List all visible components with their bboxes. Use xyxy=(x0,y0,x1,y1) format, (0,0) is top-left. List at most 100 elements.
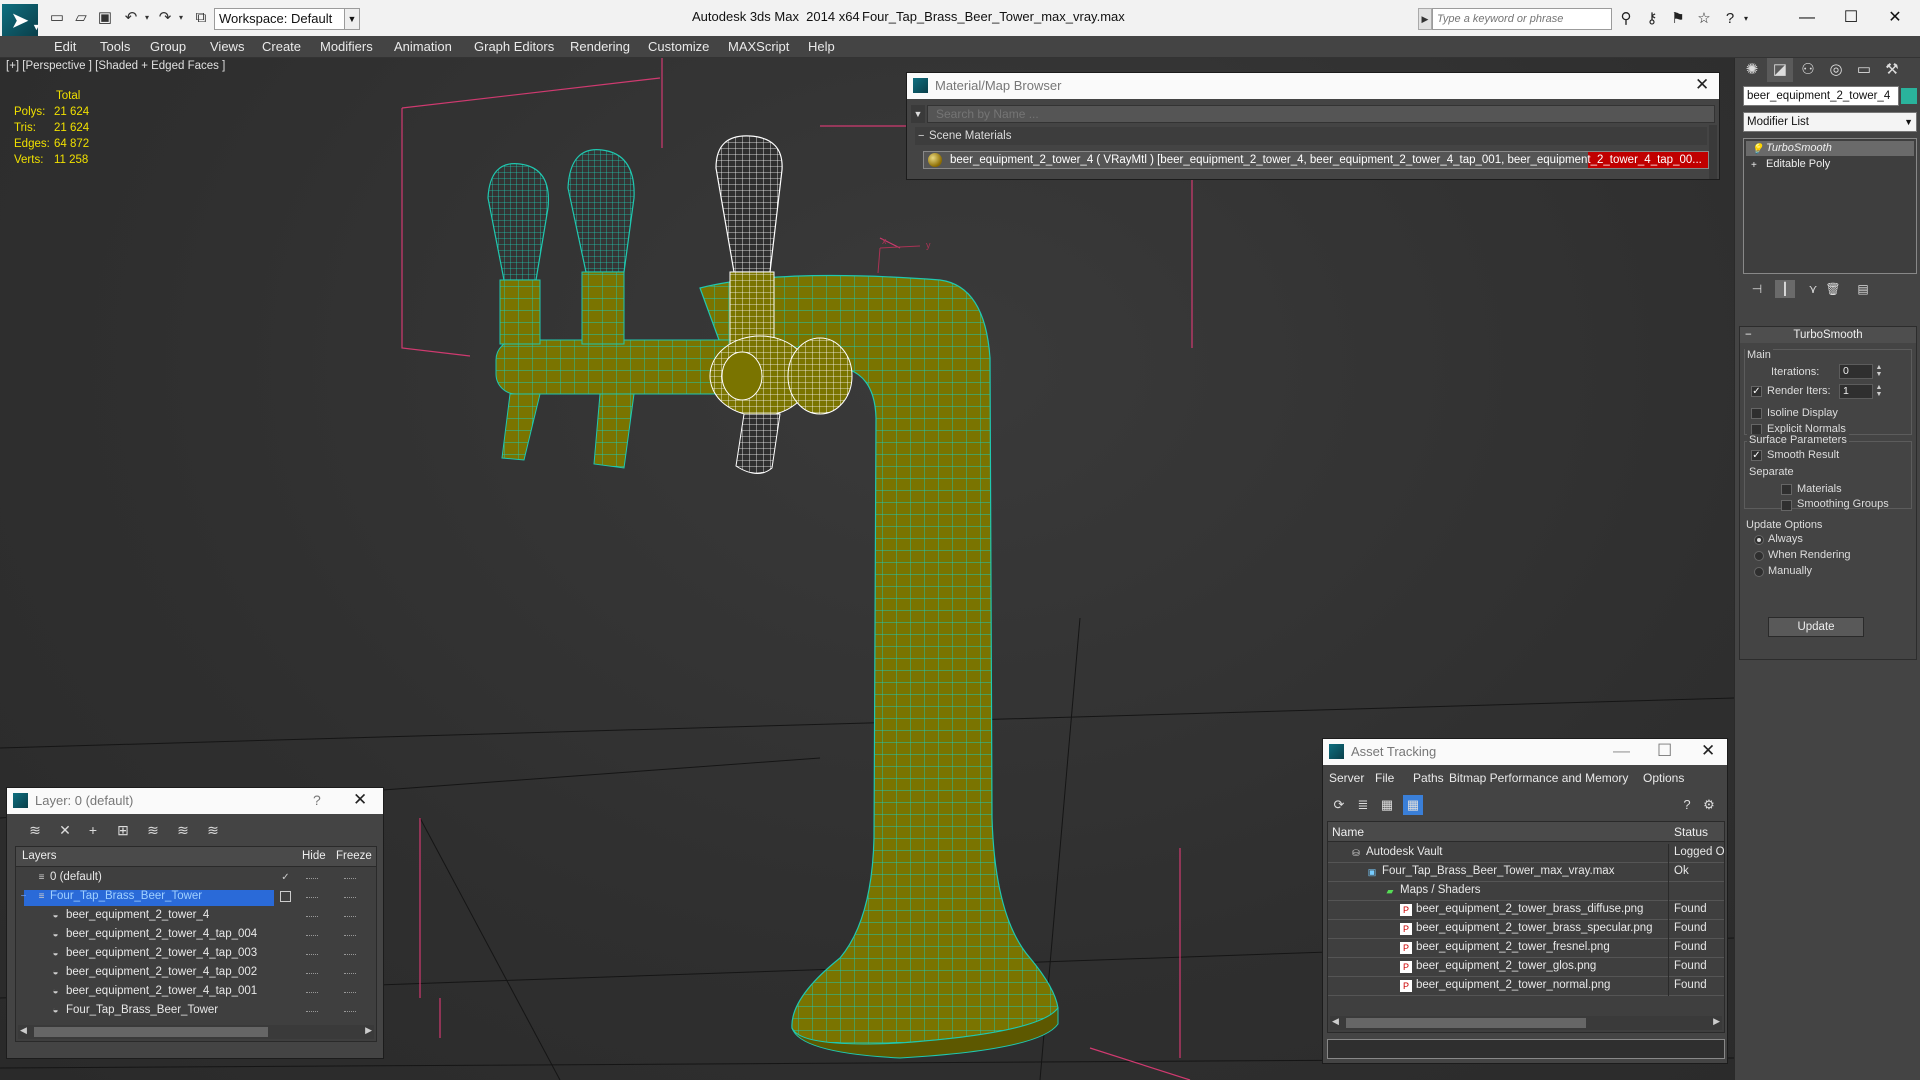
motion-tab-icon[interactable]: ◎ xyxy=(1823,58,1849,82)
menu-tools[interactable]: Tools xyxy=(100,39,130,54)
freeze-toggle[interactable] xyxy=(344,973,356,975)
freeze-toggle[interactable] xyxy=(344,878,356,880)
project-folder-icon[interactable]: ⧉ xyxy=(192,9,210,27)
close-icon[interactable]: ✕ xyxy=(353,790,367,810)
tap-handle-1[interactable] xyxy=(487,163,550,461)
hide-toggle[interactable] xyxy=(306,992,318,994)
scroll-right-icon[interactable]: ▶ xyxy=(365,1025,372,1036)
asset-row[interactable]: P beer_equipment_2_tower_fresnel.png Fou… xyxy=(1328,939,1724,958)
layer-row[interactable]: ◒ beer_equipment_2_tower_4_tap_002 xyxy=(16,964,376,983)
close-icon[interactable]: ✕ xyxy=(1701,741,1715,761)
display-tab-icon[interactable]: ▭ xyxy=(1851,58,1877,82)
separate-smoothing-groups-checkbox[interactable] xyxy=(1781,500,1792,511)
freeze-toggle[interactable] xyxy=(344,954,356,956)
add-to-layer-icon[interactable]: + xyxy=(83,820,103,840)
create-tab-icon[interactable]: ✺ xyxy=(1739,58,1765,82)
spinner-arrows-icon[interactable]: ▲ ▼ xyxy=(1875,364,1883,379)
quick-access-customize-button[interactable]: ▼ xyxy=(344,8,360,30)
asset-tracking-titlebar[interactable]: Asset Tracking — ☐ ✕ xyxy=(1323,739,1727,765)
material-browser-titlebar[interactable]: Material/Map Browser ✕ xyxy=(907,73,1719,99)
communication-icon[interactable]: ⚑ xyxy=(1668,9,1688,29)
object-color-swatch[interactable] xyxy=(1901,88,1917,104)
app-menu-button[interactable]: ➤ ▼ xyxy=(2,4,41,36)
layer-row[interactable]: ◒ beer_equipment_2_tower_4_tap_004 xyxy=(16,926,376,945)
active-layer-check-icon[interactable]: ✓ xyxy=(280,872,291,883)
menu-customize[interactable]: Customize xyxy=(648,39,709,54)
update-always-radio[interactable] xyxy=(1754,535,1764,545)
highlight-selected-layer-icon[interactable]: ≋ xyxy=(143,820,163,840)
asset-row[interactable]: ⛁ Autodesk Vault Logged O xyxy=(1328,844,1725,863)
open-file-icon[interactable]: ▱ xyxy=(72,9,90,27)
key-icon[interactable]: ⚷ xyxy=(1642,9,1662,29)
column-name[interactable]: Name xyxy=(1332,825,1364,839)
spinner-arrows-icon[interactable]: ▲ ▼ xyxy=(1875,384,1883,399)
separate-materials-checkbox[interactable] xyxy=(1781,484,1792,495)
stack-item-editable-poly[interactable]: + Editable Poly xyxy=(1746,157,1914,172)
freeze-toggle[interactable] xyxy=(344,992,356,994)
scroll-right-icon[interactable]: ▶ xyxy=(1713,1016,1720,1027)
detail-view-icon[interactable]: ▦ xyxy=(1377,795,1397,815)
layer-row[interactable]: ◒ Four_Tap_Brass_Beer_Tower xyxy=(16,1002,376,1021)
help-dropdown-icon[interactable]: ▾ xyxy=(1736,9,1756,29)
hide-toggle[interactable] xyxy=(306,897,318,899)
make-unique-icon[interactable]: ⋎ xyxy=(1803,280,1823,298)
hide-toggle[interactable] xyxy=(306,954,318,956)
asset-row[interactable]: P beer_equipment_2_tower_brass_diffuse.p… xyxy=(1328,901,1724,920)
update-button[interactable]: Update xyxy=(1768,617,1864,637)
hide-toggle[interactable] xyxy=(306,973,318,975)
freeze-toggle[interactable] xyxy=(344,916,356,918)
layer-row[interactable]: ≡ 0 (default) ✓ xyxy=(16,869,376,888)
hide-toggle[interactable] xyxy=(306,878,318,880)
freeze-toggle[interactable] xyxy=(344,897,356,899)
asset-row[interactable]: P beer_equipment_2_tower_normal.png Foun… xyxy=(1328,977,1724,996)
menu-modifiers[interactable]: Modifiers xyxy=(320,39,373,54)
tap-handle-2[interactable] xyxy=(567,149,635,469)
create-layer-icon[interactable]: ≋ xyxy=(25,820,45,840)
menu-graph-editors[interactable]: Graph Editors xyxy=(474,39,554,54)
freeze-toggle[interactable] xyxy=(344,1011,356,1013)
modify-tab-icon[interactable]: ◪ xyxy=(1767,58,1793,82)
menu-server[interactable]: Server xyxy=(1329,771,1364,785)
workspace-dropdown[interactable]: Workspace: Default ▼ xyxy=(214,8,360,30)
menu-paths[interactable]: Paths xyxy=(1413,771,1444,785)
maximize-button[interactable]: ☐ xyxy=(1657,741,1672,761)
layer-row[interactable]: ◒ beer_equipment_2_tower_4_tap_003 xyxy=(16,945,376,964)
render-iters-checkbox[interactable]: ✓ xyxy=(1751,386,1762,397)
material-search-input[interactable] xyxy=(927,105,1715,123)
infocenter-toggle[interactable]: ▶ xyxy=(1418,8,1432,30)
column-status[interactable]: Status xyxy=(1674,825,1708,839)
isoline-display-checkbox[interactable] xyxy=(1751,408,1762,419)
show-end-result-icon[interactable]: ┃ xyxy=(1775,280,1795,298)
rollout-header[interactable]: − TurboSmooth xyxy=(1740,327,1916,343)
freeze-toggle[interactable] xyxy=(344,935,356,937)
help-icon[interactable]: ? xyxy=(313,792,321,808)
column-freeze[interactable]: Freeze xyxy=(336,850,372,862)
render-iters-spinner[interactable]: 1 xyxy=(1839,384,1873,399)
redo-dropdown-icon[interactable]: ▾ xyxy=(172,9,190,27)
delete-layer-icon[interactable]: ✕ xyxy=(55,820,75,840)
set-active-layer-box[interactable] xyxy=(280,891,291,902)
help-icon[interactable]: ? xyxy=(1677,795,1697,815)
minimize-button[interactable]: — xyxy=(1613,741,1630,761)
undo-dropdown-icon[interactable]: ▾ xyxy=(138,9,156,27)
asset-row[interactable]: ▰ Maps / Shaders xyxy=(1328,882,1724,901)
scene-materials-group[interactable]: − Scene Materials xyxy=(915,127,1707,145)
maximize-button[interactable]: ☐ xyxy=(1828,4,1874,32)
close-button[interactable]: ✕ xyxy=(1872,4,1918,32)
column-layers[interactable]: Layers xyxy=(22,850,57,862)
modifier-list-dropdown[interactable]: Modifier List ▼ xyxy=(1743,112,1917,132)
asset-row[interactable]: P beer_equipment_2_tower_brass_specular.… xyxy=(1328,920,1724,939)
layer-dialog-titlebar[interactable]: Layer: 0 (default) ? ✕ xyxy=(7,788,383,814)
menu-edit[interactable]: Edit xyxy=(54,39,76,54)
hide-all-layers-icon[interactable]: ≋ xyxy=(173,820,193,840)
layer-row-selected[interactable]: − ≡ Four_Tap_Brass_Beer_Tower xyxy=(16,888,376,907)
smooth-result-checkbox[interactable]: ✓ xyxy=(1751,450,1762,461)
collapse-icon[interactable]: − xyxy=(918,127,924,145)
menu-maxscript[interactable]: MAXScript xyxy=(728,39,789,54)
column-hide[interactable]: Hide xyxy=(302,850,326,862)
horizontal-scrollbar[interactable]: ◀ ▶ xyxy=(1330,1016,1722,1030)
menu-help[interactable]: Help xyxy=(808,39,835,54)
asset-row[interactable]: ▣ Four_Tap_Brass_Beer_Tower_max_vray.max… xyxy=(1328,863,1724,882)
minimize-button[interactable]: — xyxy=(1784,4,1830,32)
scrollbar-thumb[interactable] xyxy=(1346,1018,1586,1028)
